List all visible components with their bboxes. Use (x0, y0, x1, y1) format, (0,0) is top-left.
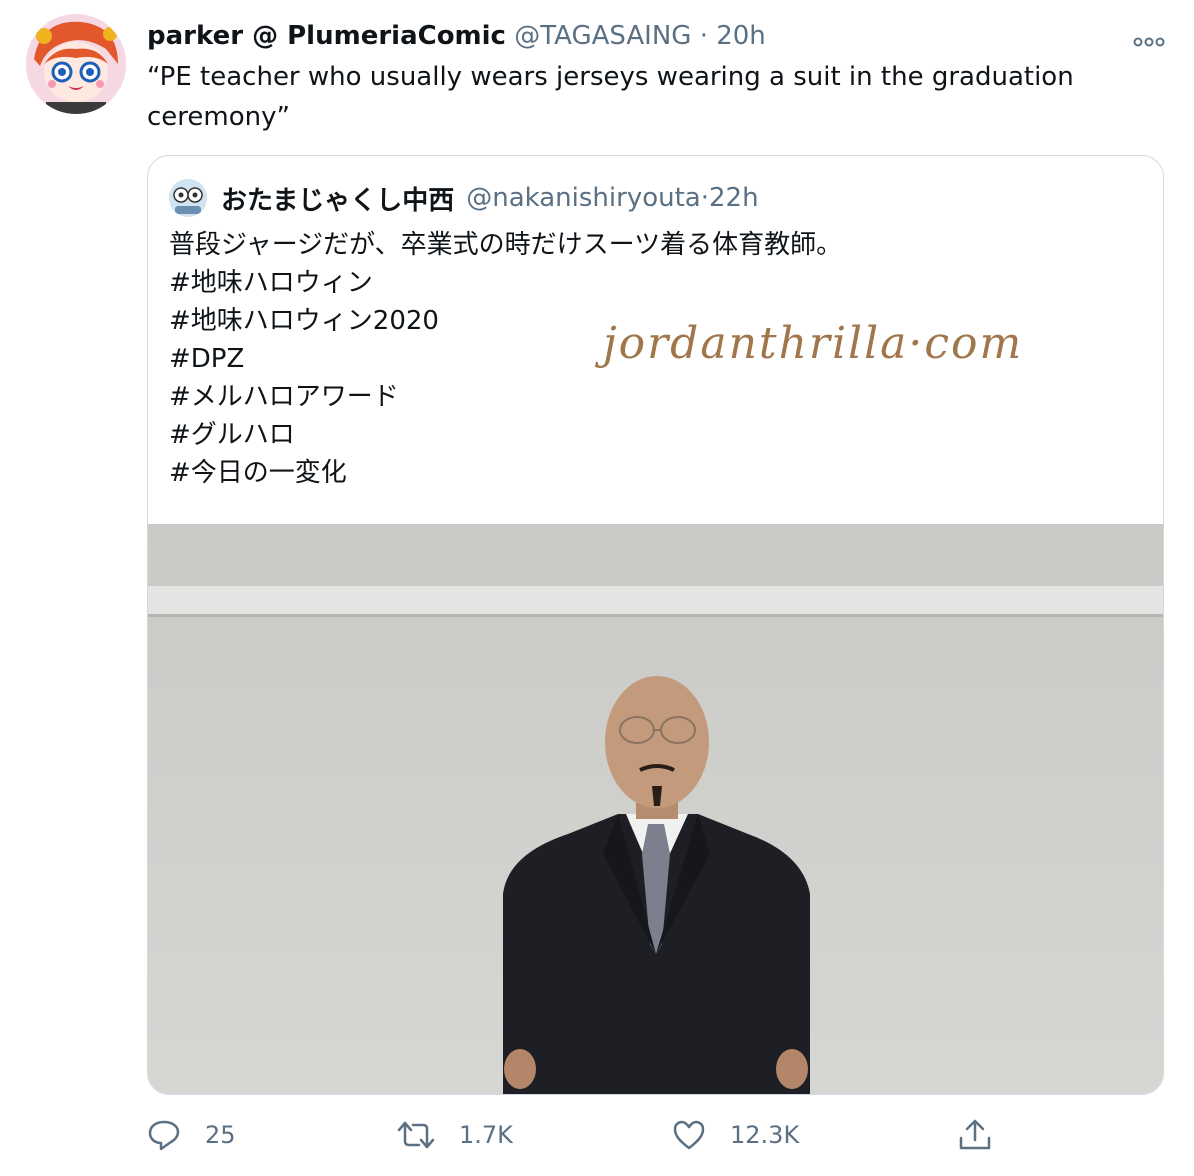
share-button[interactable] (957, 1110, 1017, 1160)
reply-button[interactable]: 25 (147, 1110, 236, 1160)
more-icon[interactable] (1132, 25, 1166, 47)
reply-count: 25 (205, 1121, 236, 1149)
avatar[interactable] (26, 14, 126, 114)
hashtag[interactable]: #グルハロ (169, 416, 842, 454)
retweet-icon (397, 1121, 435, 1149)
hashtag[interactable]: #地味ハロウィン (169, 264, 842, 302)
quoted-separator: · (700, 183, 709, 213)
display-name[interactable]: parker @ PlumeriaComic (147, 21, 506, 51)
action-bar: 25 1.7K 12.3K (147, 1110, 1007, 1160)
media-photo[interactable] (148, 524, 1163, 1094)
quoted-tweet-header: おたまじゃくし中西 @nakanishiryouta · 22h (169, 178, 759, 218)
like-icon (673, 1120, 705, 1150)
quoted-timestamp[interactable]: 22h (709, 183, 759, 213)
timestamp[interactable]: 20h (716, 21, 766, 51)
tweet[interactable]: parker @ PlumeriaComic @TAGASAING · 20h … (0, 0, 1194, 1176)
quoted-avatar[interactable] (169, 179, 207, 217)
separator: · (699, 21, 708, 51)
retweet-button[interactable]: 1.7K (397, 1110, 513, 1160)
hashtag[interactable]: #今日の一変化 (169, 454, 842, 492)
retweet-count: 1.7K (459, 1121, 513, 1149)
reply-icon (148, 1120, 180, 1151)
watermark: jordanthrilla·com (603, 318, 1024, 369)
quoted-text-line: 普段ジャージだが、卒業式の時だけスーツ着る体育教師。 (169, 230, 843, 260)
tweet-header: parker @ PlumeriaComic @TAGASAING · 20h (147, 17, 1174, 55)
share-icon (959, 1119, 991, 1150)
quoted-display-name[interactable]: おたまじゃくし中西 (221, 180, 454, 217)
quoted-handle[interactable]: @nakanishiryouta (466, 183, 700, 213)
handle[interactable]: @TAGASAING (514, 21, 691, 51)
like-count: 12.3K (730, 1121, 800, 1149)
like-button[interactable]: 12.3K (672, 1110, 799, 1160)
tweet-text: “PE teacher who usually wears jerseys we… (147, 62, 1074, 132)
hashtag[interactable]: #メルハロアワード (169, 378, 842, 416)
quoted-tweet[interactable]: おたまじゃくし中西 @nakanishiryouta · 22h 普段ジャージだ… (147, 155, 1164, 1095)
